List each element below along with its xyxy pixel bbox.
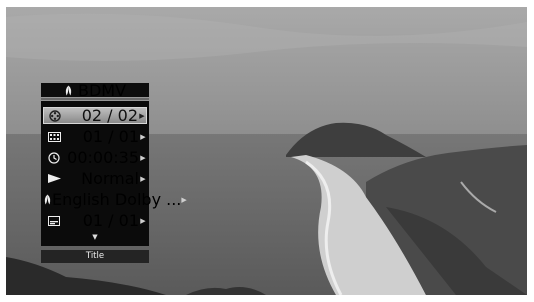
play-mode-icon (43, 174, 65, 183)
subtitle-icon (43, 215, 65, 226)
menu-item-value: 01 / 01 (82, 211, 139, 230)
menu-item-value: Normal (81, 169, 139, 188)
menu-item-play-mode[interactable]: Normal ▶ (43, 169, 147, 188)
chevron-right-icon: ▶ (139, 111, 145, 120)
info-menu-panel: 02 / 02 ▶ 01 / 01 ▶ 00:00:35 ▶ Normal ▶ (41, 101, 187, 246)
scroll-down-icon[interactable]: ▼ (41, 233, 149, 241)
disc-header-label: BDMV (77, 80, 127, 100)
audio-icon (43, 194, 52, 205)
chevron-right-icon: ▶ (140, 174, 146, 183)
disc-logo-icon (65, 85, 72, 95)
chevron-right-icon: ▶ (140, 132, 146, 141)
disc-header: BDMV (41, 80, 149, 100)
menu-item-audio[interactable]: English Dolby ... ▶ (43, 190, 187, 209)
video-frame: BDMV 02 / 02 ▶ 01 / 01 ▶ 00:00:35 ▶ Norm… (6, 7, 527, 295)
menu-item-chapter[interactable]: 01 / 01 ▶ (43, 127, 147, 146)
menu-item-value: 02 / 02 (81, 106, 138, 125)
menu-item-value: 00:00:35 (67, 148, 139, 167)
chevron-right-icon: ▶ (181, 195, 187, 204)
menu-top-divider (41, 98, 149, 100)
menu-item-time[interactable]: 00:00:35 ▶ (43, 148, 147, 167)
menu-footer-title: Title (41, 250, 149, 263)
menu-item-title[interactable]: 02 / 02 ▶ (43, 106, 147, 125)
chapter-film-icon (43, 131, 65, 142)
menu-item-subtitle[interactable]: 01 / 01 ▶ (43, 211, 147, 230)
title-reel-icon (44, 109, 66, 122)
menu-item-value: 01 / 01 (82, 127, 139, 146)
menu-item-value: English Dolby ... (52, 190, 182, 209)
chevron-right-icon: ▶ (140, 216, 146, 225)
chevron-right-icon: ▶ (140, 153, 146, 162)
time-clock-icon (43, 151, 65, 164)
